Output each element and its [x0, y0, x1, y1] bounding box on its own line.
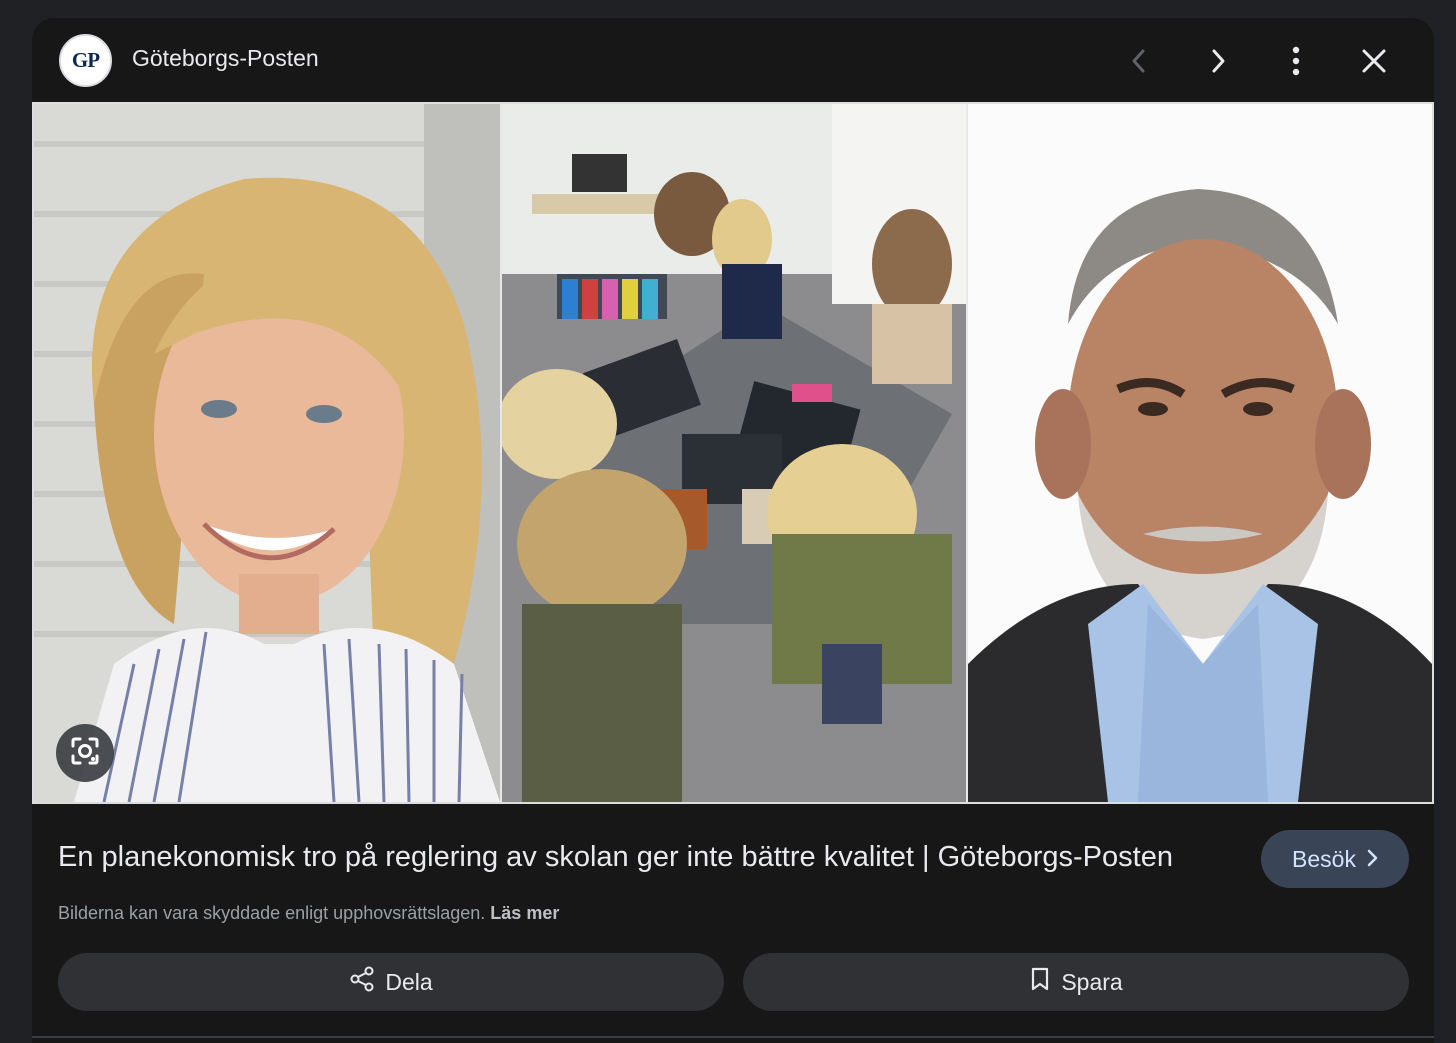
classroom-image	[502, 104, 966, 802]
portrait-woman-image	[34, 104, 500, 802]
next-button[interactable]	[1195, 38, 1241, 84]
previous-button[interactable]	[1116, 38, 1162, 84]
more-vert-icon	[1291, 46, 1301, 76]
save-label: Spara	[1061, 968, 1123, 995]
share-icon	[349, 966, 375, 998]
chevron-left-icon	[1128, 48, 1150, 74]
image-viewer-panel: GP Göteborgs-Posten En planekonomisk tro…	[32, 18, 1434, 1043]
chevron-right-icon	[1207, 48, 1229, 74]
chevron-right-icon	[1366, 846, 1378, 873]
google-lens-icon	[69, 735, 101, 772]
source-logo[interactable]: GP	[59, 34, 112, 87]
more-options-button[interactable]	[1273, 38, 1319, 84]
lens-search-button[interactable]	[56, 724, 114, 782]
close-button[interactable]	[1351, 38, 1397, 84]
close-icon	[1361, 48, 1387, 74]
visit-label: Besök	[1292, 845, 1356, 872]
read-more-link[interactable]: Läs mer	[490, 903, 559, 923]
viewer-header: GP Göteborgs-Posten	[32, 18, 1434, 102]
visit-button[interactable]: Besök	[1261, 830, 1409, 888]
source-name[interactable]: Göteborgs-Posten	[132, 45, 319, 72]
result-title[interactable]: En planekonomisk tro på reglering av sko…	[58, 841, 1173, 874]
share-label: Dela	[385, 968, 433, 995]
bookmark-icon	[1029, 966, 1051, 998]
divider	[32, 1036, 1434, 1038]
image-collage[interactable]	[32, 102, 1434, 804]
copyright-text: Bilderna kan vara skyddade enligt upphov…	[58, 903, 486, 923]
save-button[interactable]: Spara	[743, 953, 1409, 1011]
portrait-man-image	[968, 104, 1432, 802]
copyright-notice: Bilderna kan vara skyddade enligt upphov…	[58, 903, 559, 924]
share-button[interactable]: Dela	[58, 953, 724, 1011]
